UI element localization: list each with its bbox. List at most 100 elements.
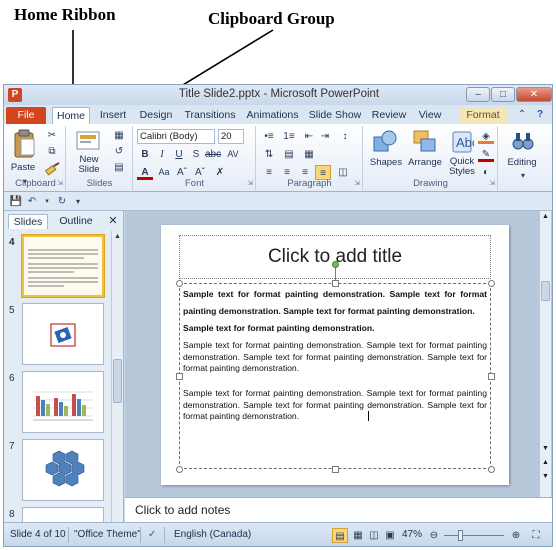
minimize-ribbon-icon[interactable]: ⌃	[514, 107, 530, 122]
shapes-icon[interactable]	[372, 129, 398, 155]
char-spacing-icon[interactable]: AV	[225, 147, 241, 162]
scroll-up-icon[interactable]: ▲	[113, 231, 122, 243]
quick-styles-icon[interactable]: Abc	[450, 129, 474, 155]
slide-thumbnail-8[interactable]	[22, 507, 104, 522]
shadow-icon[interactable]: S	[188, 147, 204, 162]
undo-icon[interactable]: ↶	[24, 194, 40, 209]
copy-icon[interactable]: ⧉	[44, 144, 60, 159]
resize-handle-top[interactable]	[332, 280, 339, 287]
zoom-in-icon[interactable]: ⊕	[508, 528, 524, 543]
tab-file[interactable]: File	[6, 107, 46, 124]
font-name-dropdown[interactable]: Calibri (Body)	[137, 129, 215, 144]
zoom-slider-track[interactable]	[444, 535, 504, 536]
close-button[interactable]: ✕	[516, 87, 552, 102]
help-icon[interactable]: ?	[532, 107, 548, 122]
slide-thumbnail-6[interactable]	[22, 371, 104, 433]
bold-icon[interactable]: B	[137, 147, 153, 162]
editing-dropdown-icon[interactable]: ▾	[515, 168, 531, 183]
align-text-icon[interactable]: ▤	[281, 147, 297, 162]
reading-view-icon[interactable]: ◫	[366, 528, 382, 543]
tab-design[interactable]: Design	[137, 107, 175, 124]
close-pane-icon[interactable]: ✕	[106, 214, 120, 229]
slide-thumbnail-5[interactable]	[22, 303, 104, 365]
drawing-launcher-icon[interactable]: ⇲	[489, 179, 495, 187]
language-indicator[interactable]: English (Canada)	[174, 529, 251, 540]
tab-view[interactable]: View	[414, 107, 446, 124]
editing-button[interactable]: Editing	[499, 157, 545, 168]
tab-review[interactable]: Review	[370, 107, 408, 124]
slide-scrollbar[interactable]: ▲ ▼ ▲ ▼	[539, 211, 551, 497]
underline-icon[interactable]: U	[171, 147, 187, 162]
arrange-button[interactable]: Arrange	[404, 157, 446, 168]
resize-handle-bottom-left[interactable]	[176, 466, 183, 473]
resize-handle-bottom[interactable]	[332, 466, 339, 473]
shape-fill-icon[interactable]: ◈	[478, 129, 494, 144]
tab-animations[interactable]: Animations	[245, 107, 300, 124]
resize-handle-right[interactable]	[488, 373, 495, 380]
shape-outline-icon[interactable]: ✎	[478, 147, 494, 162]
zoom-level[interactable]: 47%	[402, 529, 422, 540]
save-icon[interactable]: 💾	[8, 194, 24, 209]
paste-button[interactable]: Paste	[8, 162, 38, 173]
binoculars-icon[interactable]	[511, 129, 535, 153]
zoom-slider-thumb[interactable]	[458, 530, 463, 541]
tab-transitions[interactable]: Transitions	[182, 107, 238, 124]
tab-slide-show[interactable]: Slide Show	[307, 107, 363, 124]
fit-slide-icon[interactable]: ⛶	[528, 528, 544, 543]
slide-scroll-down-icon[interactable]: ▼	[541, 443, 550, 455]
reset-icon[interactable]: ↺	[111, 144, 127, 159]
format-painter-icon[interactable]	[45, 162, 61, 176]
spell-check-icon[interactable]: ✓	[148, 529, 156, 540]
tab-home[interactable]: Home	[52, 107, 90, 124]
powerpoint-app-icon[interactable]: P	[8, 88, 22, 102]
paste-icon[interactable]	[12, 129, 36, 159]
zoom-out-icon[interactable]: ⊖	[426, 528, 442, 543]
new-slide-icon[interactable]	[75, 129, 101, 153]
rotation-handle[interactable]	[332, 261, 339, 268]
text-direction-icon[interactable]: ⇅	[261, 147, 277, 162]
new-slide-button[interactable]: New Slide	[73, 155, 105, 175]
cut-icon[interactable]: ✂	[44, 128, 60, 143]
smartart-icon[interactable]: ▦	[301, 147, 317, 162]
decrease-indent-icon[interactable]: ⇤	[301, 129, 317, 144]
quick-styles-button[interactable]: Quick Styles	[446, 157, 478, 177]
numbering-icon[interactable]: 1≡	[281, 129, 297, 144]
slide-sorter-icon[interactable]: ▦	[350, 528, 366, 543]
resize-handle-top-right[interactable]	[488, 280, 495, 287]
tab-insert[interactable]: Insert	[96, 107, 130, 124]
slides-pane-scrollbar[interactable]: ▲	[111, 231, 123, 522]
arrange-icon[interactable]	[412, 129, 438, 155]
tab-outline[interactable]: Outline	[54, 214, 98, 229]
bullets-icon[interactable]: •≡	[261, 129, 277, 144]
slide-thumbnail-7[interactable]	[22, 439, 104, 501]
slide-scroll-up-icon[interactable]: ▲	[541, 211, 550, 223]
resize-handle-top-left[interactable]	[176, 280, 183, 287]
layout-icon[interactable]: ▦	[111, 128, 127, 143]
redo-icon[interactable]: ↻	[54, 194, 70, 209]
paragraph-launcher-icon[interactable]: ⇲	[354, 179, 360, 187]
line-spacing-icon[interactable]: ↕	[337, 129, 353, 144]
shapes-button[interactable]: Shapes	[366, 157, 406, 168]
strikethrough-icon[interactable]: abc	[205, 147, 221, 162]
tab-format[interactable]: Format	[459, 107, 507, 124]
tab-slides[interactable]: Slides	[8, 214, 48, 229]
section-icon[interactable]: ▤	[111, 160, 127, 175]
previous-slide-icon[interactable]: ▲	[541, 457, 550, 469]
resize-handle-left[interactable]	[176, 373, 183, 380]
italic-icon[interactable]: I	[154, 147, 170, 162]
font-launcher-icon[interactable]: ⇲	[247, 179, 253, 187]
increase-indent-icon[interactable]: ⇥	[317, 129, 333, 144]
normal-view-icon[interactable]: ▤	[332, 528, 348, 543]
undo-dropdown-icon[interactable]: ▾	[39, 194, 55, 209]
content-placeholder[interactable]: Sample text for format painting demonstr…	[179, 283, 491, 469]
customize-qat-icon[interactable]: ▾	[70, 194, 86, 209]
slide-thumbnail-4[interactable]	[22, 235, 104, 297]
resize-handle-bottom-right[interactable]	[488, 466, 495, 473]
slide-scroll-thumb[interactable]	[541, 281, 550, 301]
slide-show-icon[interactable]: ▣	[382, 528, 398, 543]
maximize-button[interactable]: □	[491, 87, 515, 102]
clipboard-launcher-icon[interactable]: ⇲	[57, 179, 63, 187]
font-size-dropdown[interactable]: 20	[218, 129, 244, 144]
next-slide-icon[interactable]: ▼	[541, 471, 550, 483]
slides-pane-scroll-thumb[interactable]	[113, 359, 122, 403]
